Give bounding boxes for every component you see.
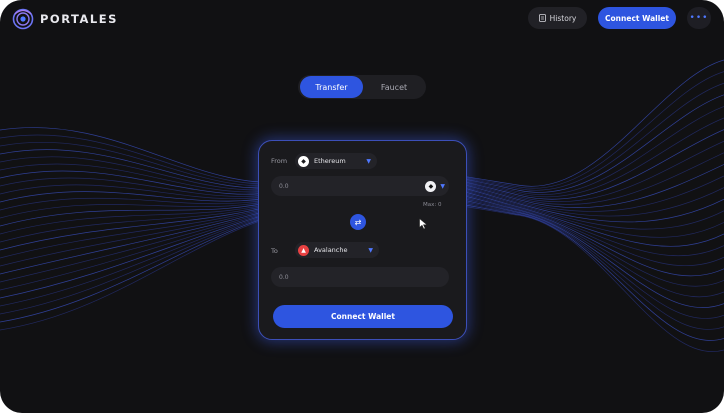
from-amount-input[interactable]: 0.0 ◆ ▼ xyxy=(271,176,449,196)
to-amount-input[interactable]: 0.0 xyxy=(271,267,449,287)
avalanche-icon: ▲ xyxy=(298,244,309,256)
max-balance[interactable]: Max: 0 xyxy=(423,202,441,208)
brand-name: PORTALES xyxy=(40,12,118,26)
token-select[interactable]: ◆ ▼ xyxy=(425,179,445,193)
chevron-down-icon: ▼ xyxy=(368,246,373,254)
chevron-down-icon: ▼ xyxy=(440,182,445,190)
mode-tabs: Transfer Faucet xyxy=(298,75,426,99)
more-menu-button[interactable]: ••• xyxy=(687,7,711,29)
tab-transfer[interactable]: Transfer xyxy=(300,76,363,98)
to-label: To xyxy=(271,247,278,255)
connect-wallet-button[interactable]: Connect Wallet xyxy=(598,7,676,29)
to-chain-name: Avalanche xyxy=(314,246,348,254)
from-chain-select[interactable]: ◆ Ethereum ▼ xyxy=(295,153,377,169)
ethereum-token-icon: ◆ xyxy=(425,180,437,192)
bridge-card: From ◆ Ethereum ▼ 0.0 ◆ ▼ Max: 0 ⇄ To ▲ … xyxy=(258,140,467,340)
connect-wallet-main-button[interactable]: Connect Wallet xyxy=(273,305,453,328)
swap-arrows-icon: ⇄ xyxy=(354,217,362,227)
to-amount-value: 0.0 xyxy=(279,273,289,281)
chevron-down-icon: ▼ xyxy=(366,157,371,165)
brand-logo[interactable]: PORTALES xyxy=(12,8,118,30)
more-icon: ••• xyxy=(689,13,709,23)
to-chain-select[interactable]: ▲ Avalanche ▼ xyxy=(295,242,379,258)
document-icon xyxy=(538,14,546,22)
ethereum-icon: ◆ xyxy=(298,155,309,167)
portal-logo-icon xyxy=(12,8,34,30)
app-frame: PORTALES History Connect Wallet ••• Tran… xyxy=(0,0,724,413)
from-label: From xyxy=(271,157,288,165)
swap-direction-button[interactable]: ⇄ xyxy=(350,214,366,230)
mouse-cursor-icon xyxy=(419,218,428,230)
top-bar: PORTALES History Connect Wallet ••• xyxy=(0,0,724,36)
from-chain-name: Ethereum xyxy=(314,157,346,165)
history-button[interactable]: History xyxy=(528,7,587,29)
tab-faucet[interactable]: Faucet xyxy=(364,76,424,98)
from-amount-value: 0.0 xyxy=(279,182,289,190)
history-label: History xyxy=(549,13,577,23)
